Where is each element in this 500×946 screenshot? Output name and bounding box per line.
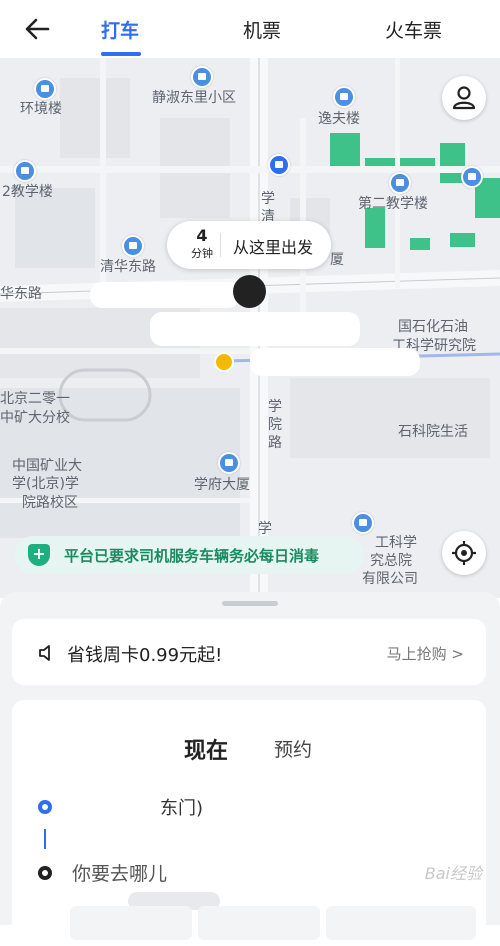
eta: 4 分钟	[181, 227, 223, 261]
chevron-right-icon: >	[451, 645, 464, 663]
eta-unit: 分钟	[191, 247, 213, 260]
building-icon	[191, 66, 213, 88]
watermark: Bai经验	[424, 864, 482, 883]
road-label: 学	[258, 521, 272, 537]
poi-label: 学(北京)学	[12, 476, 79, 492]
location-marker-icon	[268, 154, 290, 176]
building-icon	[122, 235, 144, 257]
locate-button[interactable]	[442, 531, 486, 575]
pickup-pin-icon	[233, 275, 266, 308]
tab-flight[interactable]: 机票	[243, 16, 281, 43]
tab-train[interactable]: 火车票	[385, 16, 442, 43]
start-location[interactable]: 东门)	[70, 794, 410, 910]
departure-bubble[interactable]: 4 分钟 从这里出发	[167, 221, 331, 269]
road-label: 华东路	[0, 286, 42, 302]
building-icon	[352, 512, 374, 534]
poi-label: 国石化石油	[398, 319, 468, 335]
car-location-dot	[214, 352, 234, 372]
promo-text: 省钱周卡0.99元起!	[67, 645, 223, 666]
poi-label: 究总院	[370, 553, 412, 569]
user-icon	[452, 86, 476, 110]
promo-banner[interactable]: 省钱周卡0.99元起! 马上抢购 >	[12, 619, 486, 685]
poi-label: 石科院生活	[398, 424, 468, 440]
poi-label: 环境楼	[20, 101, 62, 117]
shield-icon	[28, 544, 50, 566]
speaker-icon	[39, 645, 50, 661]
crosshair-icon	[452, 541, 476, 565]
poi-label: 中国矿业大	[12, 458, 82, 474]
buy-now-label: 马上抢购	[386, 645, 447, 663]
map-view[interactable]: 环境楼 静淑东里小区 逸夫楼 2教学楼 第二教学楼 清华东路 华东路 国石化石油…	[0, 58, 500, 598]
building-icon	[389, 172, 411, 194]
poi-label: 厦	[330, 252, 344, 268]
redacted-area	[90, 282, 240, 308]
divider	[220, 233, 221, 257]
notice-text: 平台已要求司机服务车辆务必每日消毒	[64, 547, 320, 565]
user-profile-button[interactable]	[442, 76, 486, 120]
suggestion-chip[interactable]	[326, 906, 476, 940]
poi-label: 院路校区	[22, 495, 78, 511]
poi-label: 2教学楼	[2, 184, 53, 200]
building-icon	[218, 452, 240, 474]
building-icon	[34, 78, 56, 100]
redacted-area	[150, 312, 360, 346]
suggestion-chip[interactable]	[70, 906, 192, 940]
buy-now-link[interactable]: 马上抢购 >	[387, 643, 464, 664]
start-dot-icon	[38, 800, 52, 814]
road-label: 学院路	[268, 399, 282, 451]
poi-label: 中矿大分校	[0, 410, 70, 426]
poi-label: 逸夫楼	[318, 111, 360, 127]
poi-label: 清华东路	[100, 259, 156, 275]
tab-reserve[interactable]: 预约	[274, 735, 312, 762]
disinfection-notice[interactable]: 平台已要求司机服务车辆务必每日消毒	[14, 536, 364, 574]
building-icon	[333, 86, 355, 108]
suggestion-chips	[70, 906, 490, 946]
poi-label: 静淑东里小区	[152, 90, 236, 106]
poi-label: 有限公司	[362, 571, 418, 587]
building-icon	[461, 166, 483, 188]
poi-label: 工科学	[375, 535, 417, 551]
destination-input[interactable]	[70, 860, 454, 888]
bottom-panel: 省钱周卡0.99元起! 马上抢购 > 现在 预约 东门) Bai经验	[0, 592, 500, 940]
arrow-left-icon[interactable]	[22, 14, 52, 44]
tab-taxi[interactable]: 打车	[101, 16, 139, 43]
poi-label: 北京二零一	[0, 391, 70, 407]
redacted-area	[250, 348, 420, 376]
building-icon	[14, 160, 36, 182]
drag-handle[interactable]	[222, 601, 278, 606]
start-location-text: 东门)	[160, 798, 204, 819]
poi-label: 学府大厦	[194, 477, 250, 493]
active-tab-indicator	[101, 52, 141, 56]
poi-label: 第二教学楼	[358, 196, 428, 212]
eta-minutes: 4	[196, 226, 208, 245]
booking-card: 现在 预约 东门)	[12, 700, 486, 940]
route-connector	[44, 829, 46, 849]
depart-here-label: 从这里出发	[233, 238, 314, 257]
suggestion-chip[interactable]	[198, 906, 320, 940]
destination-dot-icon	[38, 866, 52, 880]
road-label: 学	[261, 191, 275, 207]
tab-now[interactable]: 现在	[184, 733, 228, 765]
top-header: 打车 机票 火车票	[0, 0, 500, 58]
